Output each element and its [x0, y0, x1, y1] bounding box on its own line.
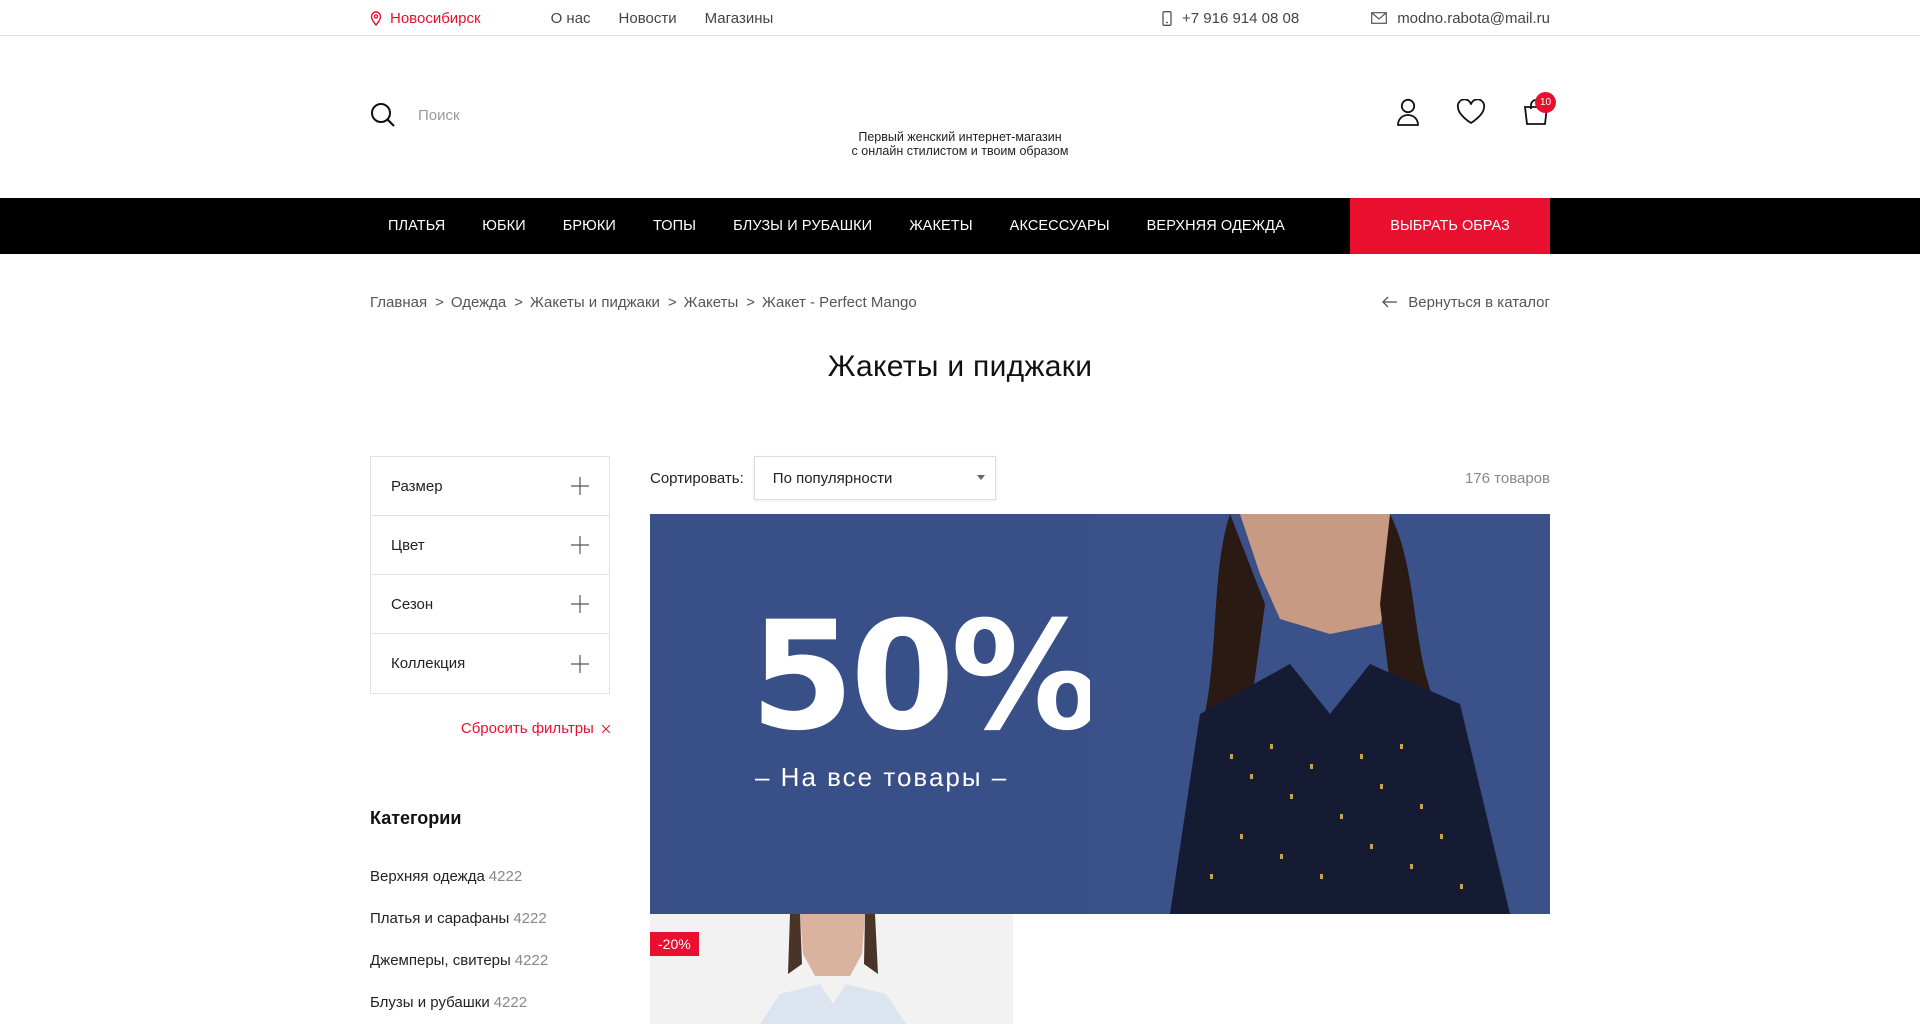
category-item[interactable]: Верхняя одежда 4222 [370, 868, 548, 910]
reset-filters-link[interactable]: Сбросить фильтры [370, 720, 611, 737]
nav-accessories[interactable]: Аксессуары [1010, 218, 1110, 234]
category-count: 4222 [514, 952, 549, 969]
category-item[interactable]: Платья и сарафаны 4222 [370, 910, 548, 952]
breadcrumb-separator: > [746, 293, 756, 311]
category-name: Верхняя одежда [370, 868, 485, 885]
sort-bar: Сортировать: По популярности 176 товаров [650, 456, 1550, 500]
product-count: 176 товаров [1464, 469, 1550, 487]
filter-color[interactable]: Цвет [371, 516, 609, 575]
phone-number: +7 916 914 08 08 [1181, 9, 1300, 27]
wishlist-button[interactable] [1456, 98, 1486, 129]
location-pin-icon [370, 10, 382, 26]
phone-link[interactable]: +7 916 914 08 08 [1162, 10, 1299, 27]
tagline: Первый женский интернет-магазин с онлайн… [800, 130, 1120, 158]
plus-icon [571, 477, 589, 495]
search-icon[interactable] [370, 102, 396, 128]
heart-icon [1456, 98, 1486, 125]
category-name: Блузы и рубашки [370, 994, 490, 1011]
categories-title: Категории [370, 808, 462, 828]
top-nav-stores[interactable]: Магазины [705, 10, 774, 27]
category-name: Джемперы, свитеры [370, 952, 511, 969]
categories-list: Верхняя одежда 4222 Платья и сарафаны 4222… [370, 868, 548, 1036]
cart-count-badge: 10 [1535, 92, 1556, 113]
category-item[interactable]: Джемперы, свитеры 4222 [370, 952, 548, 994]
header-container: Первый женский интернет-магазин с онлайн… [370, 36, 1556, 198]
plus-icon [571, 536, 589, 554]
city-selector[interactable]: Новосибирск [370, 10, 481, 27]
nav-tops[interactable]: Топы [653, 218, 696, 234]
back-to-catalog-link[interactable]: Вернуться в каталог [1382, 294, 1550, 311]
promo-banner[interactable]: 50% – На все товары – [650, 514, 1550, 914]
banner-headline: 50% [750, 590, 1101, 764]
page-title: Жакеты и пиджаки [827, 350, 1093, 383]
filter-season-label: Сезон [391, 595, 434, 613]
sort-selected-value: По популярности [772, 469, 893, 487]
main-nav-container: Платья Юбки Брюки Топы Блузы и рубашки Ж… [370, 198, 1550, 254]
cart-button[interactable]: 10 [1522, 92, 1556, 130]
phone-icon [1162, 10, 1172, 26]
sort-label: Сортировать: [650, 469, 744, 487]
breadcrumb-current: Жакет - Perfect Mango [762, 293, 917, 311]
header-icons: 10 [1360, 92, 1556, 130]
banner-subline: – На все товары – [755, 762, 1009, 792]
user-icon [1397, 98, 1419, 126]
discount-badge: -20% [650, 932, 699, 956]
breadcrumb-clothing[interactable]: Одежда [451, 294, 506, 311]
choose-look-button[interactable]: Выбрать образ [1350, 198, 1550, 254]
filter-size[interactable]: Размер [371, 457, 609, 516]
main-nav: Платья Юбки Брюки Топы Блузы и рубашки Ж… [0, 198, 1920, 254]
city-name: Новосибирск [390, 9, 481, 27]
nav-outerwear[interactable]: Верхняя одежда [1147, 218, 1285, 234]
category-name: Платья и сарафаны [370, 910, 510, 927]
nav-trousers[interactable]: Брюки [563, 218, 616, 234]
breadcrumb-separator: > [667, 293, 677, 311]
nav-skirts[interactable]: Юбки [482, 218, 525, 234]
back-to-catalog-label: Вернуться в каталог [1408, 293, 1550, 311]
breadcrumb-jackets[interactable]: Жакеты [684, 294, 739, 311]
breadcrumb-home[interactable]: Главная [370, 294, 427, 311]
filter-season[interactable]: Сезон [371, 575, 609, 634]
email-address: modno.rabota@mail.ru [1397, 9, 1550, 27]
category-count: 4222 [493, 994, 528, 1011]
breadcrumb: Главная > Одежда > Жакеты и пиджаки > Жа… [370, 292, 1550, 312]
top-bar-container: Новосибирск О нас Новости Магазины +7 91… [370, 0, 1550, 36]
top-nav-news[interactable]: Новости [619, 10, 677, 27]
product-image [650, 914, 1013, 1024]
search-box [370, 102, 618, 128]
nav-jackets[interactable]: Жакеты [909, 218, 972, 234]
close-icon [601, 724, 611, 734]
category-count: 4222 [488, 868, 523, 885]
envelope-icon [1371, 12, 1388, 24]
arrow-left-icon [1382, 296, 1398, 308]
breadcrumb-separator: > [514, 293, 524, 311]
category-count: 4222 [513, 910, 547, 927]
top-nav-about[interactable]: О нас [551, 10, 591, 27]
product-card[interactable] [650, 914, 1013, 1024]
top-bar: Новосибирск О нас Новости Магазины +7 91… [0, 0, 1920, 36]
nav-blouses[interactable]: Блузы и рубашки [733, 218, 872, 234]
filter-collection[interactable]: Коллекция [371, 634, 609, 693]
plus-icon [571, 595, 589, 613]
top-nav: О нас Новости Магазины [551, 10, 802, 27]
category-item[interactable]: Блузы и рубашки 4222 [370, 994, 548, 1036]
email-link[interactable]: modno.rabota@mail.ru [1371, 10, 1550, 27]
search-input[interactable] [418, 106, 618, 124]
filter-size-label: Размер [391, 477, 443, 495]
contacts: +7 916 914 08 08 modno.rabota@mail.ru [1162, 10, 1550, 27]
banner-model-image [1090, 514, 1550, 914]
breadcrumb-jackets-blazers[interactable]: Жакеты и пиджаки [530, 294, 660, 311]
filter-color-label: Цвет [391, 536, 425, 554]
filter-collection-label: Коллекция [391, 655, 466, 672]
breadcrumb-separator: > [435, 293, 444, 311]
tagline-line-1: Первый женский интернет-магазин [858, 130, 1062, 144]
chevron-down-icon [976, 475, 985, 480]
filters-panel: Размер Цвет Сезон Коллекция [370, 456, 610, 694]
reset-filters-label: Сбросить фильтры [460, 720, 594, 737]
nav-dresses[interactable]: Платья [388, 218, 445, 234]
account-button[interactable] [1396, 98, 1420, 130]
tagline-line-2: с онлайн стилистом и твоим образом [851, 144, 1069, 158]
plus-icon [571, 654, 589, 673]
sort-select[interactable]: По популярности [753, 456, 996, 500]
